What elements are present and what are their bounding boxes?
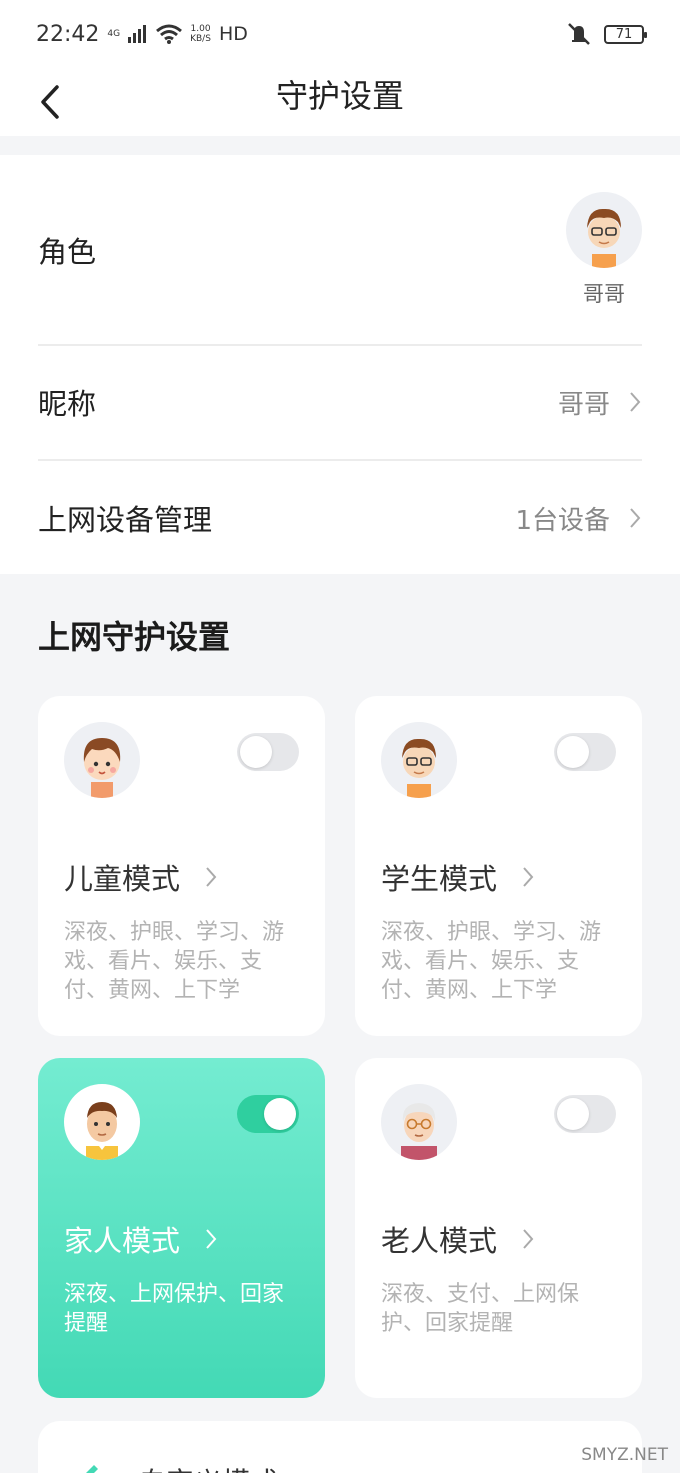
child-mode-toggle[interactable] (237, 733, 299, 771)
wifi-icon (156, 24, 183, 44)
toggle-knob (240, 736, 272, 768)
mode-title: 儿童模式 (64, 862, 181, 896)
card-title[interactable]: 老人模式 (381, 1218, 535, 1260)
mode-card-family[interactable]: 家人模式 深夜、上网保护、回家提醒 (38, 1058, 325, 1398)
battery-indicator: 71 (604, 24, 647, 44)
card-title[interactable]: 儿童模式 (64, 856, 218, 898)
devices-label: 上网设备管理 (38, 503, 213, 537)
family-avatar (64, 1084, 140, 1160)
elder-face-icon (401, 1103, 437, 1160)
nickname-value: 哥哥 (557, 389, 610, 420)
devices-row[interactable]: 上网设备管理 1台设备 (38, 483, 642, 553)
mode-card-elder[interactable]: 老人模式 深夜、支付、上网保护、回家提醒 (355, 1058, 642, 1398)
role-label: 角色 (38, 235, 97, 269)
mode-title: 老人模式 (381, 1224, 498, 1258)
chevron-right-icon (630, 508, 641, 528)
status-bar: 22:42 4G 1.00 KB/S HD 71 (0, 0, 680, 68)
nickname-row[interactable]: 昵称 哥哥 (38, 367, 642, 437)
student-avatar (381, 722, 457, 798)
signal-icon (128, 25, 147, 43)
elder-mode-toggle[interactable] (554, 1095, 616, 1133)
page-title: 守护设置 (275, 77, 404, 115)
watermark-text: SMYZ.NET (581, 1445, 668, 1465)
hd-indicator: HD (218, 23, 248, 45)
mode-desc: 深夜、护眼、学习、游戏、看片、娱乐、支付、黄网、上下学 (381, 920, 602, 1003)
divider (38, 459, 642, 461)
mode-title: 学生模式 (381, 862, 498, 896)
student-mode-toggle[interactable] (554, 733, 616, 771)
devices-value: 1台设备 (515, 505, 610, 536)
toggle-knob (264, 1098, 296, 1130)
boy-glasses-icon (402, 738, 436, 798)
mode-desc: 深夜、上网保护、回家提醒 (64, 1282, 285, 1336)
network-speed: 1.00 KB/S (190, 24, 211, 44)
section-title: 上网守护设置 (38, 618, 231, 656)
toggle-knob (557, 1098, 589, 1130)
watermark: SMYZ.NET (581, 1445, 668, 1465)
toggle-knob (557, 736, 589, 768)
mode-title: 家人模式 (64, 1224, 181, 1258)
pencil-icon (86, 1465, 98, 1473)
chevron-right-icon (523, 867, 534, 887)
card-title[interactable]: 家人模式 (64, 1218, 218, 1260)
network-type: 4G (107, 29, 121, 39)
child-face-icon (83, 738, 121, 798)
role-row[interactable]: 角色 (38, 215, 642, 285)
nickname-label: 昵称 (38, 387, 97, 421)
elder-avatar (381, 1084, 457, 1160)
speed-unit: KB/S (190, 34, 211, 44)
header: 守护设置 (0, 68, 680, 136)
role-avatar-block[interactable]: 哥哥 (566, 192, 642, 308)
status-time: 22:42 (36, 21, 100, 47)
card-title[interactable]: 学生模式 (381, 856, 535, 898)
profile-section: 角色 哥哥 昵称 哥哥 上网设备管理 1台设备 (0, 155, 680, 574)
speed-value: 1.00 (190, 24, 211, 34)
mode-desc: 深夜、护眼、学习、游戏、看片、娱乐、支付、黄网、上下学 (64, 920, 285, 1003)
chevron-right-icon (206, 1229, 217, 1249)
chevron-right-icon (206, 867, 217, 887)
mode-desc: 深夜、支付、上网保护、回家提醒 (381, 1282, 580, 1336)
mute-bell-icon (568, 23, 590, 45)
chevron-right-icon (523, 1229, 534, 1249)
boy-glasses-icon (587, 208, 621, 268)
mode-card-student[interactable]: 学生模式 深夜、护眼、学习、游戏、看片、娱乐、支付、黄网、上下学 (355, 696, 642, 1036)
man-face-icon (86, 1102, 118, 1160)
role-name: 哥哥 (583, 282, 625, 306)
custom-mode-label: 自定义模式 (138, 1461, 278, 1473)
chevron-right-icon (630, 392, 641, 412)
family-mode-toggle[interactable] (237, 1095, 299, 1133)
child-avatar (64, 722, 140, 798)
divider (38, 344, 642, 346)
custom-mode-card[interactable]: 自定义模式 (38, 1421, 642, 1473)
battery-level: 71 (615, 26, 633, 42)
network-indicator: 4G (107, 29, 120, 39)
student-avatar (566, 192, 642, 268)
mode-card-child[interactable]: 儿童模式 深夜、护眼、学习、游戏、看片、娱乐、支付、黄网、上下学 (38, 696, 325, 1036)
